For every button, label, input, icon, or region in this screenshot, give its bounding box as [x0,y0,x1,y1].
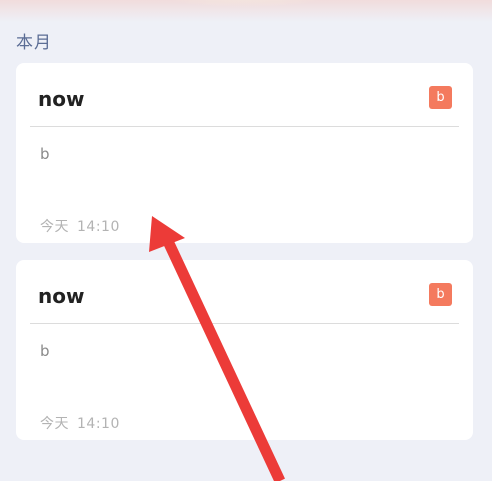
divider [30,126,459,127]
note-body: b [40,145,50,163]
note-card[interactable]: now b b 今天 14:10 [16,63,473,243]
note-timestamp: 今天 14:10 [40,413,120,433]
note-timestamp: 今天 14:10 [40,216,120,236]
note-time: 14:10 [77,416,120,432]
note-date: 今天 [40,219,69,235]
note-time: 14:10 [77,219,120,235]
category-badge: b [429,86,452,109]
category-badge: b [429,283,452,306]
note-title: now [38,87,85,111]
note-body: b [40,342,50,360]
header-background [0,0,492,22]
note-date: 今天 [40,416,69,432]
section-title: 本月 [16,33,52,53]
divider [30,323,459,324]
note-title: now [38,284,85,308]
note-card[interactable]: now b b 今天 14:10 [16,260,473,440]
